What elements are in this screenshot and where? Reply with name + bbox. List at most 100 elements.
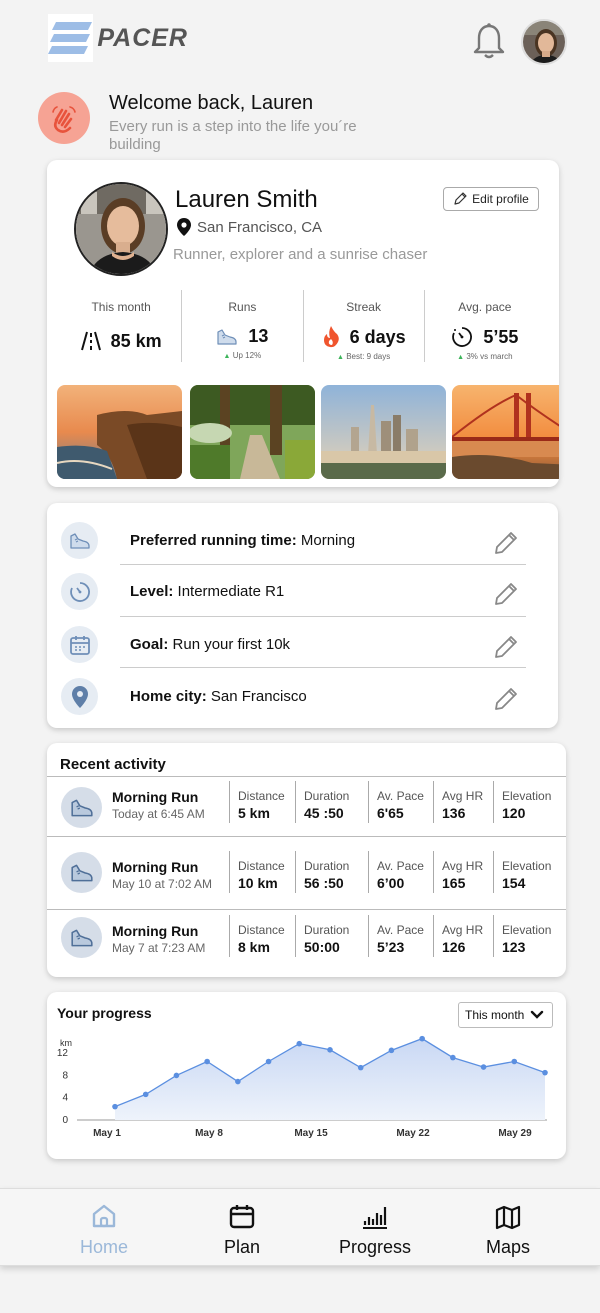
stat-runs: Runs 13 ▲ Up 12%	[181, 290, 302, 362]
col-value: 120	[502, 805, 526, 821]
activity-time: Today at 6:45 AM	[112, 807, 205, 821]
calendar-icon	[182, 1203, 302, 1231]
activity-elevation: Elevation 154	[493, 851, 551, 893]
pref-row-home-city: Home city: San Francisco	[61, 672, 527, 720]
col-value: 50:00	[304, 939, 340, 955]
edit-pencil-icon[interactable]	[493, 581, 519, 607]
activity-distance: Distance 5 km	[229, 781, 285, 823]
recent-activity-title: Recent activity	[60, 756, 166, 773]
nav-label: Plan	[223, 1237, 261, 1257]
activity-hr: Avg HR 165	[433, 851, 483, 893]
y-tick-label: 12	[57, 1048, 69, 1059]
edit-pencil-icon[interactable]	[493, 634, 519, 660]
col-value: 154	[502, 875, 526, 891]
nav-progress[interactable]: Progress	[315, 1203, 435, 1258]
location-pin-icon	[177, 218, 191, 236]
pref-row-running-time: Preferred running time: Morning	[61, 516, 527, 564]
col-label: Avg HR	[442, 923, 484, 937]
divider	[120, 564, 526, 565]
stat-this-month: This month 85 km	[61, 290, 181, 362]
photo-city-skyline[interactable]	[321, 385, 446, 479]
user-avatar[interactable]	[521, 19, 567, 65]
activity-duration: Duration 50:00	[295, 915, 349, 957]
welcome-title: Welcome back, Lauren	[109, 92, 314, 114]
col-value: 10 km	[238, 875, 278, 891]
stat-avg-pace: Avg. pace 5’55 ▲ 3% vs march	[423, 290, 545, 362]
pref-label: Goal:	[130, 636, 169, 653]
profile-name: Lauren Smith	[175, 186, 318, 213]
activity-elevation: Elevation 120	[493, 781, 551, 823]
activity-row[interactable]: Morning Run May 10 at 7:02 AM Distance 10…	[47, 849, 566, 909]
photo-golden-gate[interactable]	[452, 385, 559, 479]
activity-duration: Duration 56 :50	[295, 851, 349, 893]
data-point	[327, 1047, 333, 1053]
activity-row[interactable]: Morning Run May 7 at 7:23 AM Distance 8 k…	[47, 913, 566, 973]
photo-forest-trail[interactable]	[190, 385, 315, 479]
col-value: 165	[442, 875, 466, 891]
col-label: Duration	[304, 789, 350, 803]
activity-row[interactable]: Morning Run Today at 6:45 AM Distance 5 k…	[47, 779, 566, 839]
data-point	[542, 1069, 548, 1076]
col-label: Distance	[238, 923, 285, 937]
stat-label: Runs	[228, 300, 257, 314]
chevron-down-icon	[531, 1010, 544, 1019]
col-label: Av. Pace	[377, 789, 424, 803]
nav-plan[interactable]: Plan	[182, 1203, 302, 1258]
nav-home[interactable]: Home	[44, 1203, 164, 1258]
col-value: 5 km	[238, 805, 270, 821]
shoe-icon	[61, 852, 102, 893]
data-point	[480, 1064, 487, 1070]
stat-label: Avg. pace	[458, 300, 512, 314]
edit-pencil-icon[interactable]	[493, 686, 519, 712]
stat-sub: Best: 9 days	[346, 352, 391, 361]
pref-value: Intermediate R1	[177, 583, 285, 600]
trend-up-icon: ▲	[337, 354, 344, 361]
pencil-icon	[454, 192, 467, 205]
app-header: PACER	[0, 0, 600, 84]
activity-pace: Av. Pace 5’23	[368, 915, 424, 957]
col-value: 136	[442, 805, 466, 821]
col-label: Avg HR	[442, 789, 484, 803]
activity-duration: Duration 45 :50	[295, 781, 349, 823]
period-select[interactable]: This month	[458, 1002, 553, 1028]
data-point	[235, 1078, 241, 1085]
col-value: 56 :50	[304, 875, 344, 891]
divider	[120, 616, 526, 617]
welcome-subtitle: Every run is a step into the life you´re…	[109, 118, 357, 153]
data-point	[419, 1035, 425, 1042]
shoe-icon	[61, 522, 98, 559]
col-value: 126	[442, 939, 466, 955]
stat-sub: Up 12%	[232, 351, 262, 360]
edit-pencil-icon[interactable]	[493, 530, 519, 556]
col-value: 5’23	[377, 939, 405, 955]
location-pin-icon	[61, 678, 98, 715]
data-point	[204, 1058, 210, 1065]
chart-icon	[315, 1203, 435, 1231]
x-tick-label: May 22	[396, 1128, 430, 1139]
x-tick-label: May 8	[195, 1128, 223, 1139]
photo-gallery[interactable]	[57, 385, 559, 479]
data-point	[357, 1064, 364, 1071]
divider	[47, 909, 566, 910]
edit-profile-button[interactable]: Edit profile	[443, 187, 539, 211]
logo-text: PACER	[97, 23, 188, 52]
stats-row: This month 85 km Runs 13 ▲ Up 12% Streak…	[61, 290, 545, 362]
nav-maps[interactable]: Maps	[448, 1203, 568, 1258]
profile-location: San Francisco, CA	[177, 218, 322, 236]
stat-streak: Streak 6 days ▲ Best: 9 days	[302, 290, 424, 362]
x-tick-label: May 15	[294, 1128, 328, 1139]
data-point	[296, 1040, 303, 1047]
col-label: Duration	[304, 923, 350, 937]
profile-bio: Runner, explorer and a sunrise chaser	[173, 246, 428, 263]
data-point	[388, 1047, 395, 1054]
x-tick-label: May 29	[498, 1128, 532, 1139]
y-tick-label: 0	[62, 1115, 68, 1126]
period-select-value: This month	[465, 1008, 525, 1022]
activity-time: May 10 at 7:02 AM	[112, 877, 213, 891]
nav-label: Home	[79, 1237, 128, 1257]
timer-icon	[452, 327, 473, 347]
pacer-logo[interactable]: PACER	[48, 14, 188, 62]
notification-bell-icon[interactable]	[472, 22, 506, 60]
photo-coastline[interactable]	[57, 385, 182, 479]
activity-hr: Avg HR 126	[433, 915, 483, 957]
